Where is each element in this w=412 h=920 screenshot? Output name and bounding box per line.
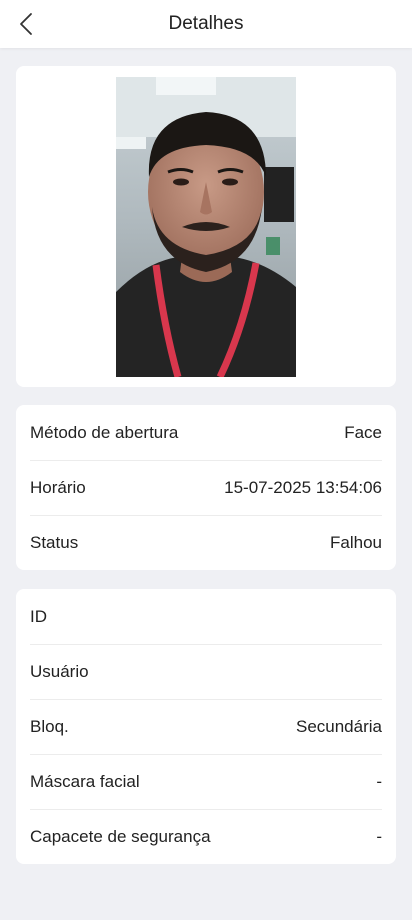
face-capture-photo[interactable]	[116, 77, 296, 377]
user-row: Usuário	[30, 644, 382, 699]
helmet-value: -	[376, 827, 382, 846]
lock-label: Bloq.	[30, 717, 69, 736]
top-bar: Detalhes	[0, 0, 412, 48]
user-label: Usuário	[30, 662, 89, 681]
status-label: Status	[30, 533, 79, 552]
id-label: ID	[30, 606, 47, 626]
access-info-card: Método de abertura Face Horário 15-07-20…	[16, 405, 396, 570]
mask-value: -	[376, 772, 382, 791]
helmet-row: Capacete de segurança -	[30, 809, 382, 864]
status-row: Status Falhou	[30, 515, 382, 570]
lock-row: Bloq. Secundária	[30, 699, 382, 754]
method-row: Método de abertura Face	[30, 405, 382, 460]
photo-card	[16, 66, 396, 387]
mask-row: Máscara facial -	[30, 754, 382, 809]
helmet-label: Capacete de segurança	[30, 827, 211, 846]
mask-label: Máscara facial	[30, 772, 140, 791]
time-row: Horário 15-07-2025 13:54:06	[30, 460, 382, 515]
lock-value: Secundária	[295, 717, 382, 736]
face-photo-illustration	[116, 77, 296, 377]
user-info-card: ID Usuário Bloq. Secundária Máscara faci…	[16, 589, 396, 864]
method-value: Face	[344, 422, 382, 442]
page-title: Detalhes	[168, 13, 244, 34]
id-row: ID	[30, 589, 382, 644]
method-label: Método de abertura	[30, 422, 179, 442]
time-value: 15-07-2025 13:54:06	[224, 478, 382, 497]
time-label: Horário	[30, 478, 86, 497]
status-value: Falhou	[330, 533, 382, 552]
